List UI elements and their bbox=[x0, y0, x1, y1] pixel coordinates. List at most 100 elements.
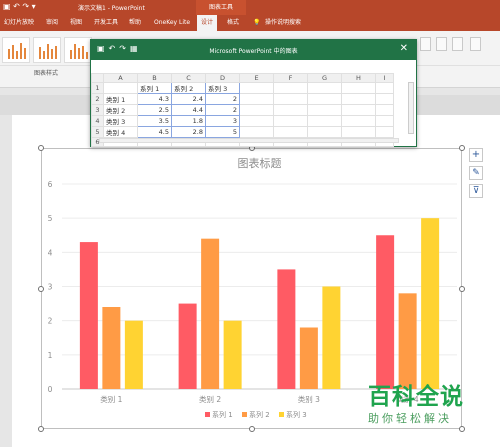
excel-col-header[interactable]: D bbox=[205, 73, 240, 83]
refresh-data-button[interactable] bbox=[470, 37, 481, 51]
excel-cell[interactable] bbox=[375, 93, 394, 105]
tab-view[interactable]: 视图 bbox=[70, 15, 82, 31]
excel-cell[interactable] bbox=[273, 126, 308, 138]
excel-cell[interactable]: 2.8 bbox=[171, 126, 206, 138]
resize-handle-top-left[interactable] bbox=[38, 145, 44, 151]
quick-access-toolbar[interactable]: ▣ ↶ ↷ ▾ bbox=[3, 2, 36, 11]
excel-cell[interactable]: 4.4 bbox=[171, 104, 206, 116]
excel-row-header[interactable]: 4 bbox=[91, 115, 104, 127]
excel-cell[interactable] bbox=[273, 82, 308, 94]
excel-cell[interactable] bbox=[239, 126, 274, 138]
tab-help[interactable]: 帮助 bbox=[129, 15, 141, 31]
chart-elements-plus-icon[interactable]: + bbox=[469, 148, 483, 162]
excel-cell[interactable]: 4.3 bbox=[137, 93, 172, 105]
edit-data-button[interactable] bbox=[452, 37, 463, 51]
excel-cell[interactable] bbox=[341, 82, 376, 94]
excel-col-header[interactable]: C bbox=[171, 73, 206, 83]
y-tick-label: 0 bbox=[48, 385, 53, 394]
excel-cell[interactable]: 系列 3 bbox=[205, 82, 240, 94]
excel-cell[interactable] bbox=[375, 115, 394, 127]
excel-col-header[interactable]: H bbox=[341, 73, 376, 83]
excel-cell[interactable]: 3 bbox=[205, 115, 240, 127]
resize-handle-bottom[interactable] bbox=[249, 426, 255, 432]
tab-design[interactable]: 设计 bbox=[197, 15, 218, 31]
select-data-button[interactable] bbox=[436, 37, 447, 51]
legend-swatch-1 bbox=[205, 412, 210, 417]
excel-row-header[interactable]: 5 bbox=[91, 126, 104, 138]
excel-vertical-scrollbar[interactable] bbox=[408, 82, 414, 134]
excel-cell[interactable]: 类别 3 bbox=[103, 115, 138, 127]
excel-cell[interactable]: 5 bbox=[205, 126, 240, 138]
excel-col-header[interactable]: I bbox=[375, 73, 394, 83]
excel-cell[interactable]: 4.5 bbox=[137, 126, 172, 138]
excel-row-header[interactable]: 3 bbox=[91, 104, 104, 116]
excel-cell[interactable] bbox=[307, 126, 342, 138]
tab-slideshow[interactable]: 幻灯片放映 bbox=[4, 15, 34, 31]
excel-cell[interactable]: 类别 1 bbox=[103, 93, 138, 105]
switch-row-column-button[interactable] bbox=[420, 37, 431, 51]
excel-cell[interactable] bbox=[341, 115, 376, 127]
excel-col-header[interactable]: F bbox=[273, 73, 308, 83]
excel-cell[interactable] bbox=[375, 126, 394, 138]
tab-developer[interactable]: 开发工具 bbox=[94, 15, 118, 31]
close-icon[interactable]: ✕ bbox=[400, 43, 408, 54]
excel-cell[interactable] bbox=[239, 115, 274, 127]
excel-row-header[interactable]: 2 bbox=[91, 93, 104, 105]
legend-swatch-3 bbox=[279, 412, 284, 417]
chart-style-thumb-2[interactable] bbox=[33, 37, 61, 63]
excel-cell[interactable]: 1.8 bbox=[171, 115, 206, 127]
tab-format[interactable]: 格式 bbox=[227, 15, 239, 31]
tab-review[interactable]: 审阅 bbox=[46, 15, 58, 31]
excel-cell[interactable] bbox=[239, 82, 274, 94]
excel-col-header[interactable]: E bbox=[239, 73, 274, 83]
resize-handle-bottom-left[interactable] bbox=[38, 426, 44, 432]
tab-onekey-lite[interactable]: OneKey Lite bbox=[154, 15, 190, 31]
excel-cell[interactable] bbox=[307, 93, 342, 105]
resize-handle-right[interactable] bbox=[459, 286, 465, 292]
chart-styles-brush-icon[interactable]: ✎ bbox=[469, 166, 483, 180]
document-title: 演示文稿1 - PowerPoint bbox=[78, 5, 145, 12]
excel-cell[interactable] bbox=[239, 104, 274, 116]
resize-handle-bottom-right[interactable] bbox=[459, 426, 465, 432]
excel-horizontal-scrollbar[interactable] bbox=[99, 138, 399, 143]
excel-col-header[interactable]: A bbox=[103, 73, 138, 83]
excel-col-header[interactable] bbox=[91, 73, 104, 83]
resize-handle-top-right[interactable] bbox=[459, 145, 465, 151]
tell-me-search[interactable]: 操作说明搜索 bbox=[265, 15, 301, 31]
bar-1-1 bbox=[79, 242, 98, 389]
excel-cell[interactable]: 系列 2 bbox=[171, 82, 206, 94]
chart-style-thumb-1[interactable] bbox=[2, 37, 30, 63]
excel-data-grid[interactable]: A B C D E F G H I 1 系列 1 系列 2 系列 3 2 类别 1 4.3 2.4 2 3 类别 22… bbox=[91, 73, 394, 147]
excel-cell[interactable] bbox=[375, 104, 394, 116]
excel-window-title: Microsoft PowerPoint 中的图表 bbox=[209, 48, 298, 55]
excel-cell[interactable]: 2 bbox=[205, 104, 240, 116]
excel-cell[interactable] bbox=[273, 93, 308, 105]
resize-handle-left[interactable] bbox=[38, 286, 44, 292]
excel-cell[interactable] bbox=[273, 104, 308, 116]
y-tick-label: 2 bbox=[48, 317, 53, 326]
excel-cell[interactable] bbox=[239, 93, 274, 105]
excel-cell[interactable] bbox=[341, 93, 376, 105]
excel-col-header[interactable]: B bbox=[137, 73, 172, 83]
excel-cell[interactable] bbox=[341, 104, 376, 116]
excel-cell[interactable] bbox=[307, 104, 342, 116]
y-tick-label: 6 bbox=[48, 180, 53, 189]
excel-cell[interactable]: 类别 2 bbox=[103, 104, 138, 116]
excel-cell[interactable] bbox=[273, 115, 308, 127]
excel-cell[interactable] bbox=[103, 82, 138, 94]
excel-cell[interactable] bbox=[307, 82, 342, 94]
excel-cell[interactable] bbox=[341, 126, 376, 138]
excel-cell[interactable]: 类别 4 bbox=[103, 126, 138, 138]
excel-col-header[interactable]: G bbox=[307, 73, 342, 83]
excel-cell[interactable]: 3.5 bbox=[137, 115, 172, 127]
chart-filter-icon[interactable]: ⊽ bbox=[469, 184, 483, 198]
excel-cell[interactable] bbox=[375, 82, 394, 94]
excel-cell[interactable]: 2 bbox=[205, 93, 240, 105]
excel-row: 3 类别 2 2.5 4.4 2 bbox=[91, 104, 394, 116]
excel-row-header[interactable]: 1 bbox=[91, 82, 104, 94]
excel-cell[interactable]: 系列 1 bbox=[137, 82, 172, 94]
excel-cell[interactable]: 2.4 bbox=[171, 93, 206, 105]
excel-cell[interactable] bbox=[307, 115, 342, 127]
excel-cell[interactable]: 2.5 bbox=[137, 104, 172, 116]
chart-style-thumb-3[interactable] bbox=[64, 37, 92, 63]
